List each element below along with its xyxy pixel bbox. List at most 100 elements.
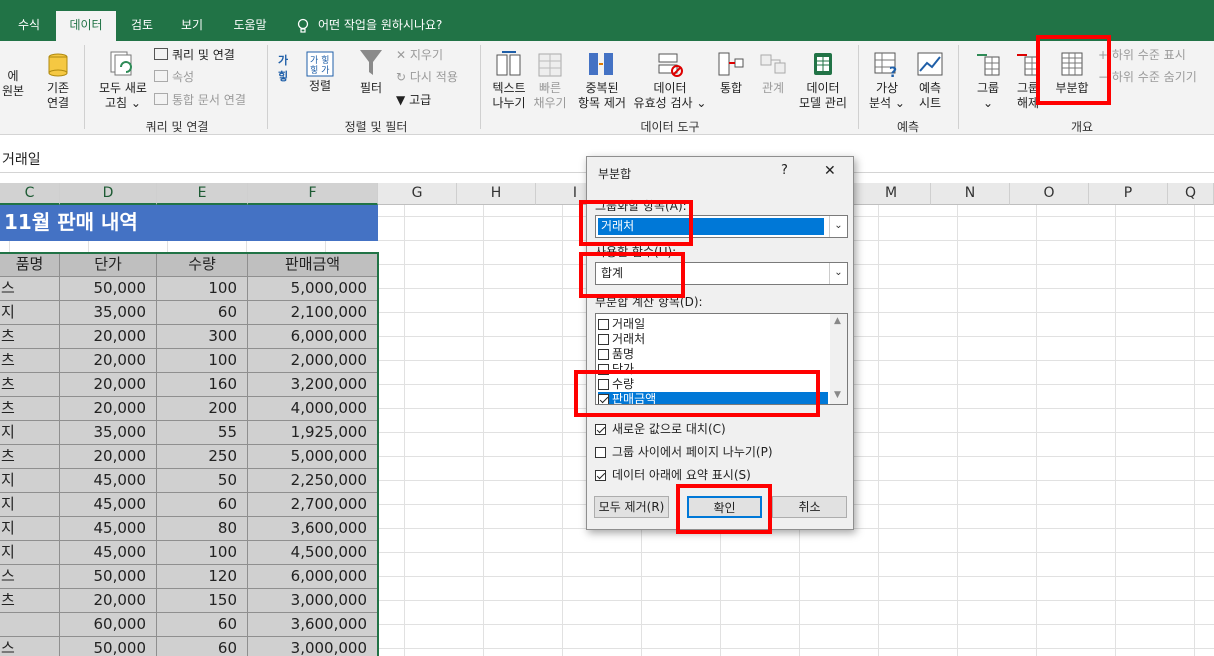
existing-connections-button[interactable]: 기존 연결 (42, 51, 74, 111)
cell-price[interactable]: 20,000 (60, 373, 157, 397)
cell-price[interactable]: 20,000 (60, 445, 157, 469)
page-break-checkbox[interactable]: 그룹 사이에서 페이지 나누기(P) (595, 443, 773, 460)
forecast-sheet-button[interactable]: 예측 시트 (910, 49, 950, 111)
column-header-e[interactable]: E (157, 183, 248, 205)
cell-item[interactable]: 지 (0, 493, 60, 517)
cell-amount[interactable]: 3,600,000 (248, 613, 378, 637)
cell-amount[interactable]: 5,000,000 (248, 277, 378, 301)
list-scrollbar[interactable]: ▲ ▼ (830, 314, 847, 404)
what-if-analysis-button[interactable]: ? 가상 분석 ⌄ (866, 49, 908, 111)
cell-amount[interactable]: 2,100,000 (248, 301, 378, 325)
field-list-item[interactable]: 거래일 (598, 317, 828, 332)
cell-quantity[interactable]: 250 (157, 445, 248, 469)
replace-current-checkbox[interactable]: 새로운 값으로 대치(C) (595, 420, 726, 437)
cell-price[interactable]: 50,000 (60, 565, 157, 589)
cell-quantity[interactable]: 160 (157, 373, 248, 397)
cell-item[interactable]: 츠 (0, 373, 60, 397)
checkbox-icon[interactable] (598, 394, 609, 404)
flash-fill-button[interactable]: 빠른 채우기 (531, 49, 569, 111)
relationships-button[interactable]: 관계 (754, 49, 792, 96)
tab-review[interactable]: 검토 (118, 11, 166, 41)
tab-formulas[interactable]: 수식 (0, 11, 58, 41)
cell-price[interactable]: 20,000 (60, 589, 157, 613)
column-header-m[interactable]: M (852, 183, 931, 205)
column-header-n[interactable]: N (931, 183, 1010, 205)
column-header-g[interactable]: G (378, 183, 457, 205)
tab-data[interactable]: 데이터 (56, 11, 116, 41)
column-header-o[interactable]: O (1010, 183, 1089, 205)
cell-amount[interactable]: 6,000,000 (248, 325, 378, 349)
properties-button[interactable]: 속성 (154, 69, 194, 85)
cancel-button[interactable]: 취소 (772, 496, 847, 518)
cell-amount[interactable]: 5,000,000 (248, 445, 378, 469)
cell-amount[interactable]: 4,000,000 (248, 397, 378, 421)
close-icon[interactable]: ✕ (824, 163, 836, 179)
filter-button[interactable]: 필터 (354, 47, 388, 96)
cell-item[interactable]: 츠 (0, 445, 60, 469)
cell-item[interactable]: 지 (0, 541, 60, 565)
cell-item[interactable]: 지 (0, 469, 60, 493)
cell-amount[interactable]: 3,000,000 (248, 589, 378, 613)
cell-quantity[interactable]: 60 (157, 613, 248, 637)
column-header-f[interactable]: F (248, 183, 378, 205)
field-list-item[interactable]: 수량 (598, 377, 828, 392)
cell-quantity[interactable]: 100 (157, 349, 248, 373)
cell-item[interactable]: 스 (0, 637, 60, 656)
group-by-select[interactable]: 거래처 ⌄ (595, 215, 848, 238)
scroll-down-icon[interactable]: ▼ (834, 390, 841, 400)
cell-amount[interactable]: 3,000,000 (248, 637, 378, 656)
cell-quantity[interactable]: 150 (157, 589, 248, 613)
clear-filter-button[interactable]: ✕ 지우기 (396, 47, 443, 63)
cell-item[interactable] (0, 613, 60, 637)
advanced-filter-button[interactable]: ▼ 고급 (396, 92, 431, 108)
cell-item[interactable]: 츠 (0, 325, 60, 349)
checkbox-icon[interactable] (598, 319, 609, 330)
cell-item[interactable]: 지 (0, 301, 60, 325)
cell-quantity[interactable]: 60 (157, 493, 248, 517)
consolidate-button[interactable]: 통합 (712, 49, 750, 96)
group-button[interactable]: 그룹 ⌄ (968, 49, 1008, 111)
text-to-columns-button[interactable]: 텍스트 나누기 (488, 49, 530, 111)
cell-price[interactable]: 50,000 (60, 277, 157, 301)
cell-price[interactable]: 45,000 (60, 541, 157, 565)
field-list-item[interactable]: 거래처 (598, 332, 828, 347)
cell-price[interactable]: 50,000 (60, 637, 157, 656)
cell-item[interactable]: 츠 (0, 397, 60, 421)
queries-connections-button[interactable]: 쿼리 및 연결 (154, 47, 235, 63)
chevron-down-icon[interactable]: ⌄ (829, 263, 847, 284)
chevron-down-icon[interactable]: ⌄ (829, 216, 847, 237)
checkbox-icon[interactable] (598, 379, 609, 390)
cell-amount[interactable]: 3,200,000 (248, 373, 378, 397)
table-header-quantity[interactable]: 수량 (157, 253, 248, 277)
show-detail-button[interactable]: + 하위 수준 표시 (1098, 47, 1186, 63)
refresh-all-button[interactable]: 모두 새로 고침 ⌄ (92, 49, 154, 111)
cell-amount[interactable]: 3,600,000 (248, 517, 378, 541)
edit-links-button[interactable]: 통합 문서 연결 (154, 92, 246, 108)
cell-amount[interactable]: 2,700,000 (248, 493, 378, 517)
remove-duplicates-button[interactable]: 중복된 항목 제거 (572, 49, 632, 111)
cell-amount[interactable]: 6,000,000 (248, 565, 378, 589)
cell-item[interactable]: 츠 (0, 589, 60, 613)
sort-button[interactable]: 가 힣힣 가 정렬 (302, 51, 338, 94)
tell-me-search[interactable]: 어떤 작업을 원하시나요? (296, 11, 442, 41)
cell-amount[interactable]: 2,250,000 (248, 469, 378, 493)
cell-amount[interactable]: 1,925,000 (248, 421, 378, 445)
checkbox-icon[interactable] (598, 349, 609, 360)
get-data-button[interactable]: 에 원본 (0, 69, 26, 99)
cell-quantity[interactable]: 100 (157, 277, 248, 301)
function-select[interactable]: 합계 ⌄ (595, 262, 848, 285)
field-list-item[interactable]: 판매금액 (598, 392, 828, 404)
data-validation-button[interactable]: 데이터 유효성 검사 ⌄ (632, 49, 708, 111)
field-list-item[interactable]: 품명 (598, 347, 828, 362)
tab-view[interactable]: 보기 (168, 11, 216, 41)
ok-button[interactable]: 확인 (687, 496, 762, 518)
cell-item[interactable]: 스 (0, 565, 60, 589)
column-header-c[interactable]: C (0, 183, 60, 205)
cell-quantity[interactable]: 200 (157, 397, 248, 421)
cell-item[interactable]: 츠 (0, 349, 60, 373)
table-header-amount[interactable]: 판매금액 (248, 253, 378, 277)
remove-all-button[interactable]: 모두 제거(R) (594, 496, 669, 518)
cell-quantity[interactable]: 55 (157, 421, 248, 445)
cell-price[interactable]: 35,000 (60, 301, 157, 325)
cell-quantity[interactable]: 100 (157, 541, 248, 565)
